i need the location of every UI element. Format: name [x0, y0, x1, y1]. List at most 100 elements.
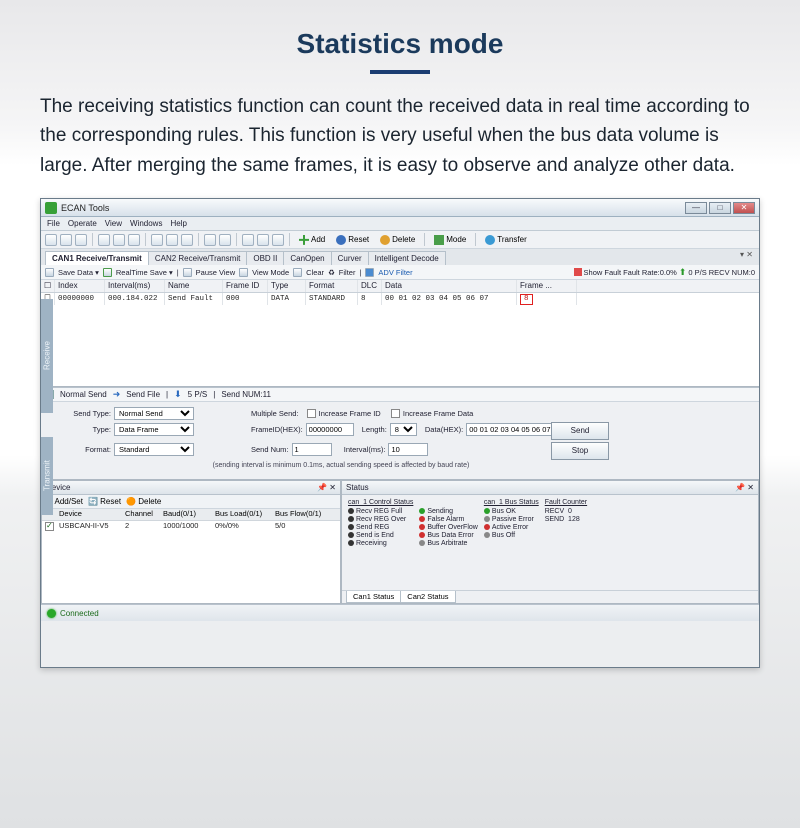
- status-panel-pin-icon[interactable]: 📌 ✕: [735, 483, 754, 492]
- tool4-icon[interactable]: [257, 234, 269, 246]
- tool2-icon[interactable]: [219, 234, 231, 246]
- interval-input[interactable]: [388, 443, 428, 456]
- send-file-button[interactable]: Send File: [126, 390, 160, 399]
- tab-obd2[interactable]: OBD II: [246, 251, 284, 265]
- window-maximize-button[interactable]: □: [709, 202, 731, 214]
- device-delete-button[interactable]: 🟠 Delete: [126, 497, 161, 506]
- save-data-button[interactable]: Save Data ▾: [58, 268, 99, 277]
- copy-icon[interactable]: [181, 234, 193, 246]
- window-close-button[interactable]: ✕: [733, 202, 755, 214]
- menu-help[interactable]: Help: [170, 219, 186, 228]
- reset-button[interactable]: Reset: [332, 233, 373, 247]
- pause-view-button[interactable]: Pause View: [196, 268, 235, 277]
- frame-highlight: 8: [520, 294, 533, 305]
- window-minimize-button[interactable]: —: [685, 202, 707, 214]
- tab-can1[interactable]: CAN1 Receive/Transmit: [45, 251, 149, 265]
- increase-id-checkbox[interactable]: [307, 409, 316, 418]
- frame-type-select[interactable]: Data Frame: [114, 423, 194, 436]
- recv-num-label: RECV NUM:0: [709, 268, 755, 277]
- menubar: File Operate View Windows Help: [41, 217, 759, 231]
- cut-icon[interactable]: [166, 234, 178, 246]
- filter-button[interactable]: Filter: [339, 268, 356, 277]
- device-row-checkbox[interactable]: [45, 522, 54, 531]
- tool1-icon[interactable]: [204, 234, 216, 246]
- tab-canopen[interactable]: CanOpen: [283, 251, 331, 265]
- ps-label: 0 P/S: [688, 268, 706, 277]
- device-panel-pin-icon[interactable]: 📌 ✕: [317, 483, 336, 492]
- device-row[interactable]: USBCAN-II-V5 2 1000/1000 0%/0% 5/0: [42, 521, 340, 533]
- receive-toolbar: Save Data ▾ RealTime Save ▾ | Pause View…: [41, 265, 759, 280]
- send-button[interactable]: Send: [551, 422, 609, 440]
- pause-view-icon: [183, 268, 192, 277]
- reset-icon: [336, 235, 346, 245]
- delete-button[interactable]: Delete: [376, 233, 419, 247]
- tab-decode[interactable]: Intelligent Decode: [368, 251, 446, 265]
- grid-row[interactable]: ☐ 00000000 000.184.022 Send Fault 000 DA…: [41, 293, 759, 305]
- tabs-close-icon[interactable]: ▾ ✕: [740, 250, 753, 259]
- open-icon[interactable]: [60, 234, 72, 246]
- tab-curver[interactable]: Curver: [331, 251, 369, 265]
- page-description: The receiving statistics function can co…: [0, 92, 800, 180]
- view-mode-icon: [239, 268, 248, 277]
- transfer-button[interactable]: Transfer: [481, 233, 531, 247]
- edit-icon[interactable]: [151, 234, 163, 246]
- new-icon[interactable]: [45, 234, 57, 246]
- add-button[interactable]: Add: [295, 233, 329, 247]
- normal-send-label: Normal Send: [60, 390, 107, 399]
- grid-col-type: Type: [268, 280, 306, 292]
- length-select[interactable]: 8: [390, 423, 417, 436]
- connected-led-icon: [47, 609, 56, 618]
- device-reset-button[interactable]: 🔄 Reset: [88, 497, 121, 506]
- stop-button[interactable]: Stop: [551, 442, 609, 460]
- tool5-icon[interactable]: [272, 234, 284, 246]
- menu-file[interactable]: File: [47, 219, 60, 228]
- increase-data-checkbox[interactable]: [391, 409, 400, 418]
- realtime-save-button[interactable]: RealTime Save ▾: [116, 268, 173, 277]
- delete-icon: [380, 235, 390, 245]
- can1-status-tab[interactable]: Can1 Status: [346, 591, 401, 603]
- mode-button[interactable]: Mode: [430, 233, 470, 247]
- grid-col-index: Index: [55, 280, 105, 292]
- tab-can2[interactable]: CAN2 Receive/Transmit: [148, 251, 248, 265]
- control-status-header: can_1 Control Status: [348, 499, 413, 506]
- play-icon[interactable]: [98, 234, 110, 246]
- device-panel: Device📌 ✕ ✎ Add/Set 🔄 Reset 🟠 Delete Dev…: [41, 480, 341, 604]
- view-mode-button[interactable]: View Mode: [252, 268, 289, 277]
- clear-button[interactable]: Clear: [306, 268, 324, 277]
- window-title: ECAN Tools: [61, 203, 685, 213]
- pause-icon[interactable]: [113, 234, 125, 246]
- can2-status-tab[interactable]: Can2 Status: [400, 591, 455, 603]
- main-toolbar: Add Reset Delete Mode Transfer: [41, 231, 759, 249]
- show-fault-button[interactable]: Show Fault: [584, 268, 622, 277]
- menu-operate[interactable]: Operate: [68, 219, 97, 228]
- send-ps-label: 5 P/S: [188, 390, 208, 399]
- frame-id-input[interactable]: [306, 423, 354, 436]
- title-underline: [370, 70, 430, 74]
- send-panel: Send Type:Normal Send Multiple Send: Inc…: [41, 402, 759, 480]
- window-titlebar: ECAN Tools — □ ✕: [41, 199, 759, 217]
- transfer-icon: [485, 235, 495, 245]
- grid-col-frameid: Frame ID: [223, 280, 268, 292]
- fault-rate-label: Fault Rate:0.0%: [623, 268, 677, 277]
- adv-filter-button[interactable]: ADV Filter: [378, 268, 412, 277]
- save-icon[interactable]: [75, 234, 87, 246]
- fault-counter-header: Fault Counter: [545, 499, 587, 506]
- send-toolbar: Normal Send ➜ Send File | ⬇ 5 P/S | Send…: [41, 387, 759, 402]
- tool3-icon[interactable]: [242, 234, 254, 246]
- format-select[interactable]: Standard: [114, 443, 194, 456]
- statusbar: Connected: [41, 604, 759, 621]
- save-data-icon: [45, 268, 54, 277]
- realtime-save-icon: [103, 268, 112, 277]
- app-window: Receive Transmit ECAN Tools — □ ✕ File O…: [40, 198, 760, 668]
- status-panel-title: Status: [346, 483, 369, 492]
- grid-header: ☐ Index Interval(ms) Name Frame ID Type …: [41, 280, 759, 293]
- send-num-input[interactable]: [292, 443, 332, 456]
- send-type-select[interactable]: Normal Send: [114, 407, 194, 420]
- menu-windows[interactable]: Windows: [130, 219, 162, 228]
- app-icon: [45, 202, 57, 214]
- menu-view[interactable]: View: [105, 219, 122, 228]
- clear-icon: [293, 268, 302, 277]
- grid-col-frame: Frame ...: [517, 280, 577, 292]
- stop-icon[interactable]: [128, 234, 140, 246]
- grid-col-interval: Interval(ms): [105, 280, 165, 292]
